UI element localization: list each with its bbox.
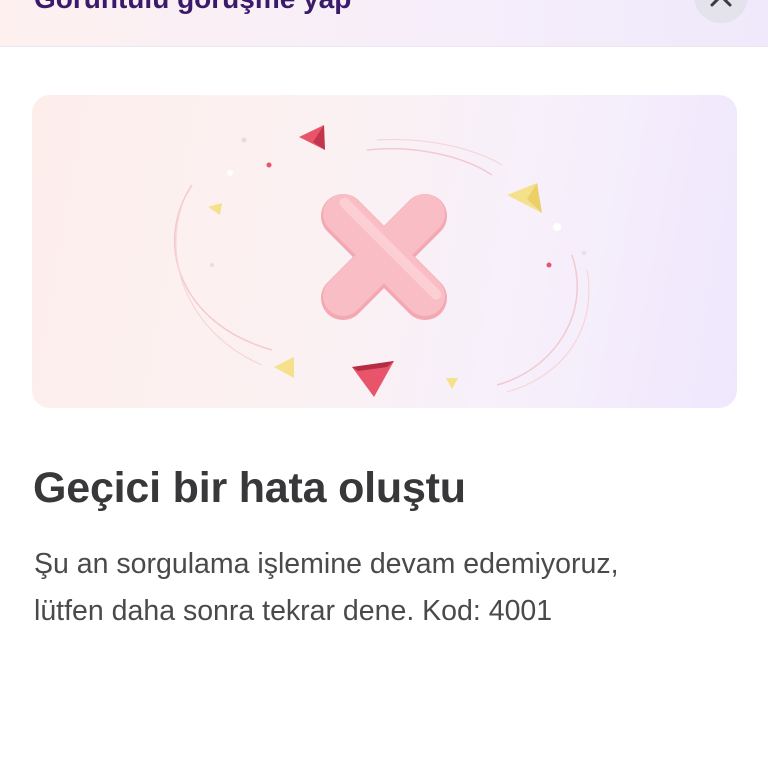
error-message-line-2: lütfen daha sonra tekrar dene. Kod: 4001 [34, 595, 553, 627]
close-icon [710, 0, 732, 7]
error-illustration [32, 95, 737, 408]
close-button[interactable] [694, 0, 748, 23]
error-x-icon [173, 125, 590, 397]
error-message: Şu an sorgulama işlemine devam edemiyoru… [34, 541, 734, 635]
error-message-line-1: Şu an sorgulama işlemine devam edemiyoru… [34, 548, 619, 580]
error-title: Geçici bir hata oluştu [33, 464, 466, 512]
header-title: Görüntülü görüşme yap [34, 0, 351, 15]
header-bar: Görüntülü görüşme yap [0, 0, 768, 47]
